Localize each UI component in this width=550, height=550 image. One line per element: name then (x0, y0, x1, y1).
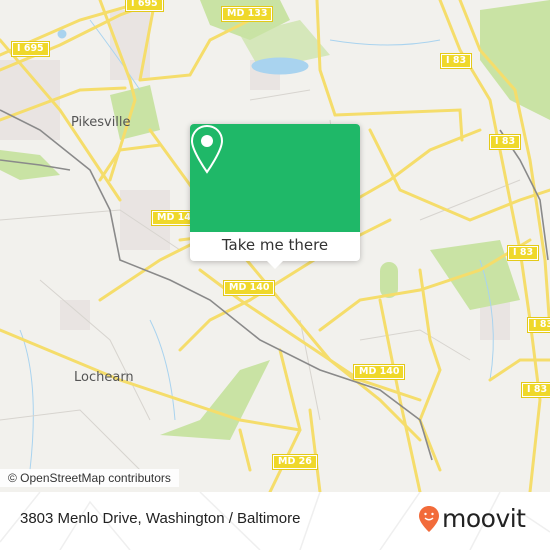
road-shield-i83: I 83 (488, 134, 522, 150)
popup-header (190, 124, 360, 232)
road-shield-i695: I 695 (11, 41, 50, 57)
footer-bar: 3803 Menlo Drive, Washington / Baltimore… (0, 492, 550, 550)
road-shield-i83: I 83 (526, 317, 550, 333)
map-view[interactable]: I 695 I 695 MD 133 I 83 I 83 I 83 I 83 I… (0, 0, 550, 492)
road-shield-md26: MD 26 (272, 454, 318, 470)
road-shield-md140: MD 140 (222, 280, 276, 296)
road-shield-i695: I 695 (125, 0, 164, 12)
road-shield-md140: MD 140 (352, 364, 406, 380)
moovit-logo[interactable]: moovit (418, 504, 526, 533)
take-me-there-button[interactable]: Take me there (190, 232, 360, 261)
map-attribution[interactable]: © OpenStreetMap contributors (0, 469, 179, 487)
place-label-pikesville: Pikesville (71, 115, 131, 130)
road-shield-i83: I 83 (520, 382, 550, 398)
map-pin-icon (190, 124, 224, 174)
brand-name: moovit (442, 504, 526, 533)
road-shield-i83: I 83 (506, 245, 540, 261)
place-label-lochearn: Lochearn (74, 370, 134, 385)
road-shield-md133: MD 133 (220, 6, 274, 22)
destination-address: 3803 Menlo Drive, Washington / Baltimore (20, 510, 301, 527)
popup-pointer (266, 260, 284, 269)
location-popup: Take me there (190, 124, 360, 269)
moovit-pin-icon (419, 505, 439, 532)
road-shield-i83: I 83 (439, 53, 473, 69)
